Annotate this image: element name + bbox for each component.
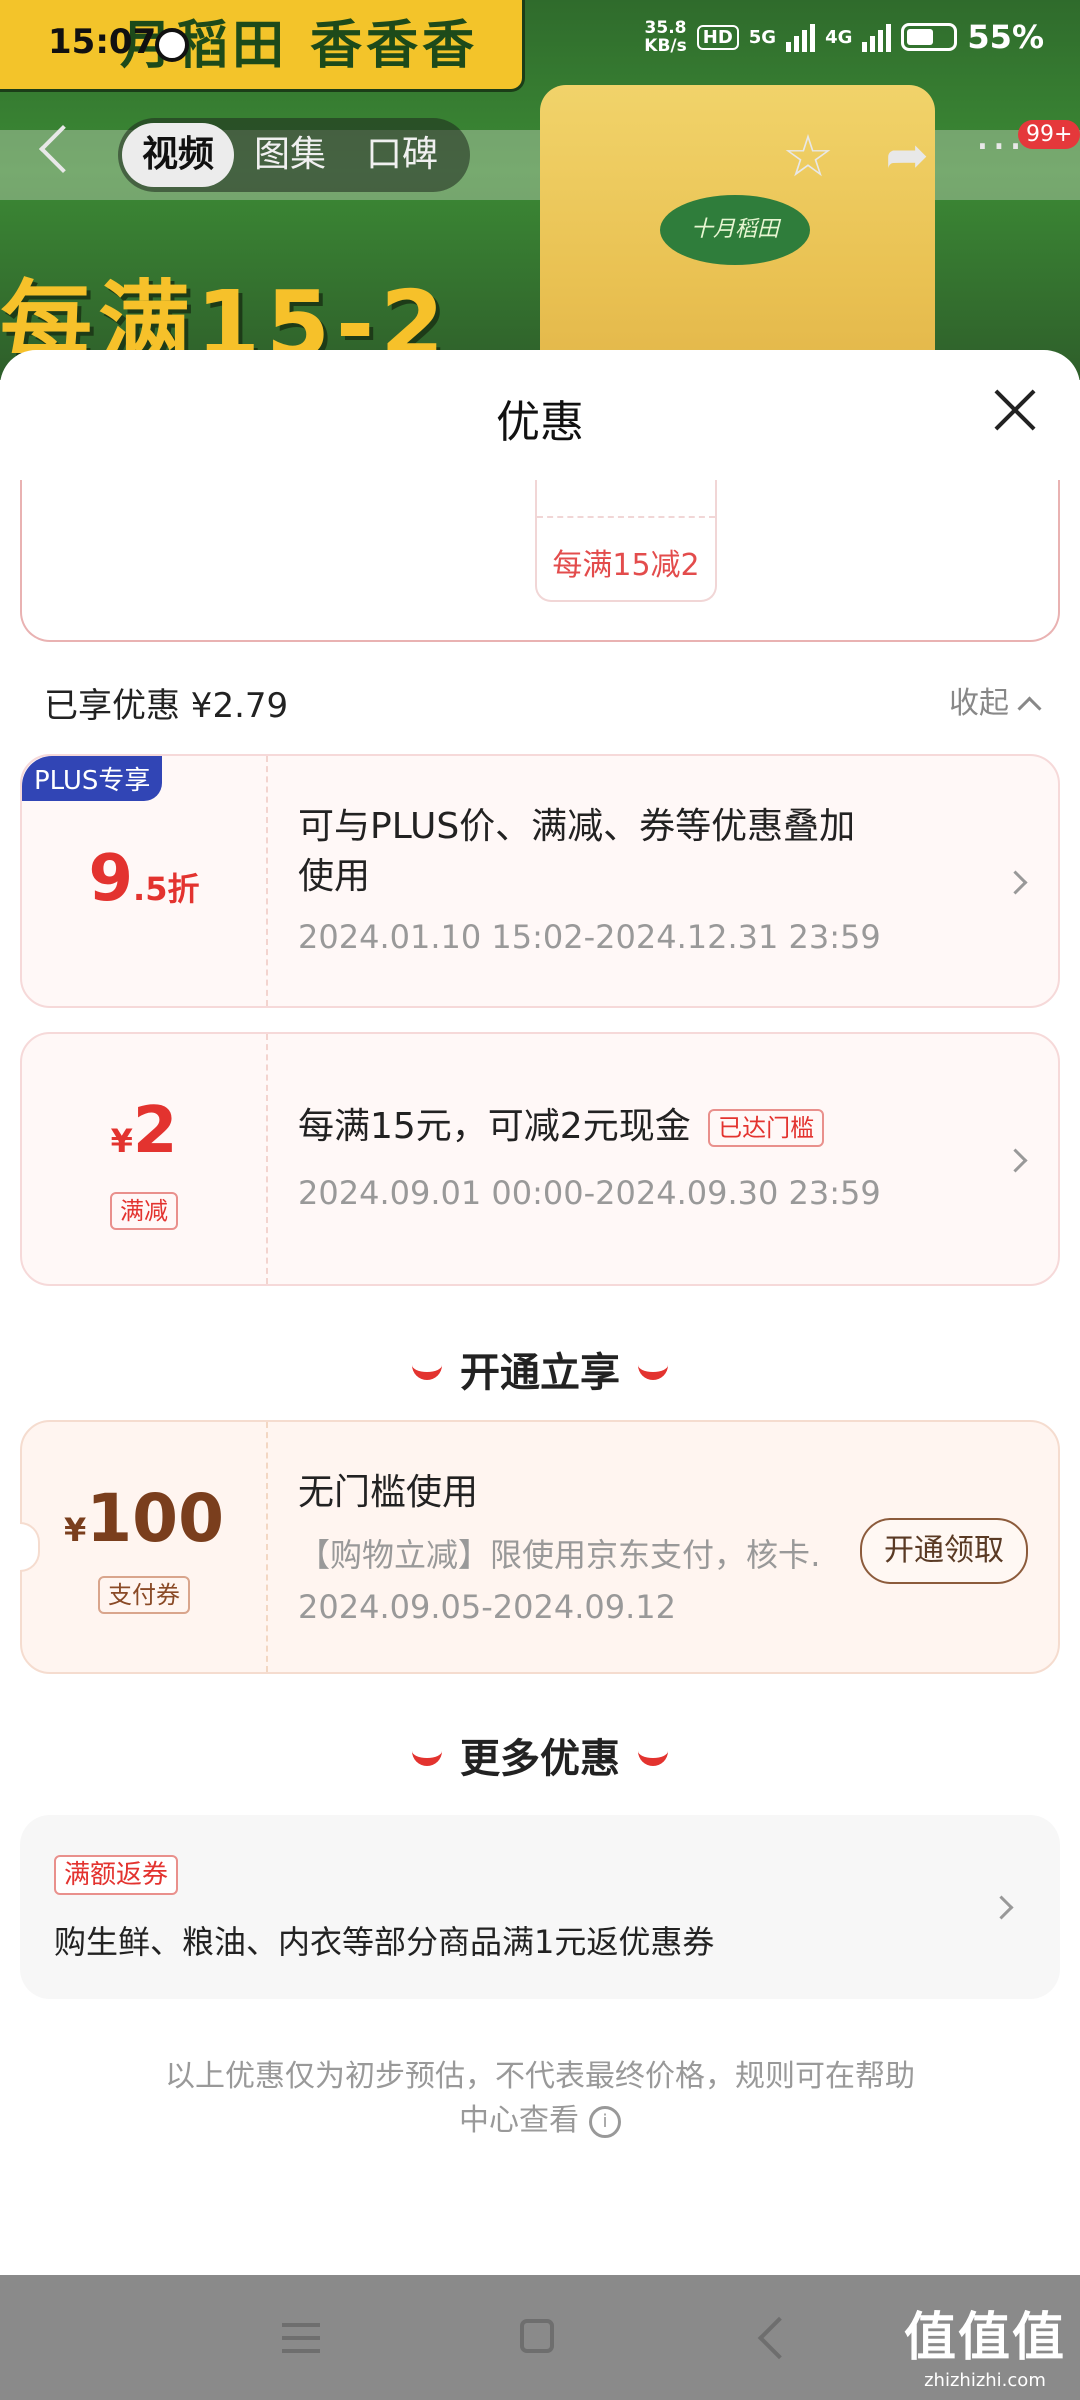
coupon-date: 2024.09.01 00:00-2024.09.30 23:59 (298, 1174, 881, 1212)
favorite-star-icon[interactable]: ☆ (778, 126, 838, 186)
tile-divider (537, 516, 715, 518)
full-reduction-tag: 满减 (110, 1192, 178, 1230)
hd-voice-icon: HD (696, 24, 739, 50)
tile-label: 每满15减2 (552, 548, 700, 583)
smile-decoration-icon (638, 1744, 668, 1766)
coupon-value-area: ¥100 支付券 (22, 1422, 268, 1672)
info-icon[interactable]: i (589, 2105, 621, 2138)
enjoyed-discount-total: 已享优惠 ¥2.79 (44, 686, 289, 726)
brand-logo: 十月稻田 (660, 195, 810, 265)
payment-coupon-tag: 支付券 (98, 1576, 190, 1614)
5g-label: 5G (748, 26, 777, 48)
cashback-description: 购生鲜、粮油、内衣等部分商品满1元返优惠券 (54, 1923, 715, 1961)
payment-coupon: ¥100 支付券 无门槛使用 【购物立减】限使用京东支付，核卡… 2024.09… (20, 1420, 1060, 1674)
coupon-amount: 100 (86, 1480, 225, 1557)
smile-decoration-icon (412, 1744, 442, 1766)
reduction-value: 2 (132, 1094, 178, 1168)
status-icons: 35.8 KB/s HD 5G 4G 55% (644, 18, 1044, 56)
smile-decoration-icon (412, 1358, 442, 1380)
coupon-title: 无门槛使用 (298, 1472, 479, 1513)
rice-bag-image: 十月稻田 (540, 85, 935, 380)
network-speed: 35.8 KB/s (644, 18, 687, 56)
signal-4g-icon (862, 22, 892, 52)
activate-claim-button[interactable]: 开通领取 (860, 1518, 1028, 1584)
coupon-date: 2024.01.10 15:02-2024.12.31 23:59 (298, 918, 881, 956)
coupon-date: 2024.09.05-2024.09.12 (298, 1588, 676, 1626)
system-back-icon[interactable] (757, 2316, 801, 2360)
status-bar: 15:07 35.8 KB/s HD 5G 4G 55% (0, 0, 1080, 92)
disclaimer-text: 以上优惠仅为初步预估，不代表最终价格，规则可在帮助 中心查看 i (165, 2059, 915, 2138)
sheet-title: 优惠 (496, 397, 584, 448)
coupon-description: 每满15元，可减2元现金 已达门槛 (298, 1102, 825, 1152)
media-tabs: 视频 图集 口碑 (118, 118, 470, 192)
smile-decoration-icon (638, 1358, 668, 1380)
cashback-coupon-card[interactable]: 满额返券 购生鲜、粮油、内衣等部分商品满1元返优惠券 (20, 1815, 1060, 1999)
signal-5g-icon (786, 22, 816, 52)
currency-symbol: ¥ (110, 1122, 133, 1160)
battery-icon (901, 23, 958, 51)
watermark: 值值值 zhizhizhi.com (903, 2308, 1066, 2391)
close-icon[interactable] (990, 386, 1040, 436)
status-time: 15:07 (48, 22, 157, 62)
recent-apps-icon[interactable] (282, 2323, 320, 2353)
currency-symbol: ¥ (63, 1511, 87, 1549)
chevron-up-icon (1017, 696, 1042, 721)
discount-tile: 每满15减2 (535, 480, 717, 602)
chevron-right-icon (1003, 870, 1028, 895)
coupon-description: 【购物立减】限使用京东支付，核卡… (298, 1536, 818, 1574)
coupon-description: 可与PLUS价、满减、券等优惠叠加 使用 (298, 806, 856, 897)
tab-video[interactable]: 视频 (122, 123, 235, 187)
coupon-value-area: ¥2 满减 (22, 1034, 268, 1284)
message-badge: 99+ (1018, 120, 1080, 149)
tab-reviews[interactable]: 口碑 (346, 123, 458, 187)
tab-gallery[interactable]: 图集 (234, 123, 346, 187)
threshold-reached-tag: 已达门槛 (708, 1109, 825, 1147)
chevron-right-icon (1003, 1148, 1028, 1173)
discount-value: 9 (88, 842, 134, 916)
plus-exclusive-tag: PLUS专享 (22, 756, 163, 801)
share-icon[interactable]: ➦ (877, 126, 937, 186)
4g-label: 4G (825, 26, 853, 48)
collapse-button[interactable]: 收起 (949, 678, 1042, 722)
alarm-clock-icon (155, 28, 189, 62)
cashback-tag: 满额返券 (54, 1855, 179, 1895)
section-more-discounts: 更多优惠 (0, 1726, 1080, 1784)
chevron-right-icon (989, 1895, 1014, 1920)
section-open-benefits: 开通立享 (0, 1340, 1080, 1398)
plus-discount-coupon[interactable]: 9.5折 PLUS专享 可与PLUS价、满减、券等优惠叠加 使用 2024.01… (20, 754, 1060, 1008)
home-icon[interactable] (520, 2319, 554, 2353)
discount-suffix: .5折 (133, 870, 200, 908)
full-reduction-coupon[interactable]: ¥2 满减 每满15元，可减2元现金 已达门槛 2024.09.01 00:00… (20, 1032, 1060, 1286)
discount-sheet: 优惠 每满15减2 已享优惠 ¥2.79 收起 9.5折 PLUS专享 可与PL… (0, 350, 1080, 2275)
system-navigation-bar: 值值值 zhizhizhi.com (0, 2275, 1080, 2400)
battery-percent: 55% (967, 18, 1044, 56)
